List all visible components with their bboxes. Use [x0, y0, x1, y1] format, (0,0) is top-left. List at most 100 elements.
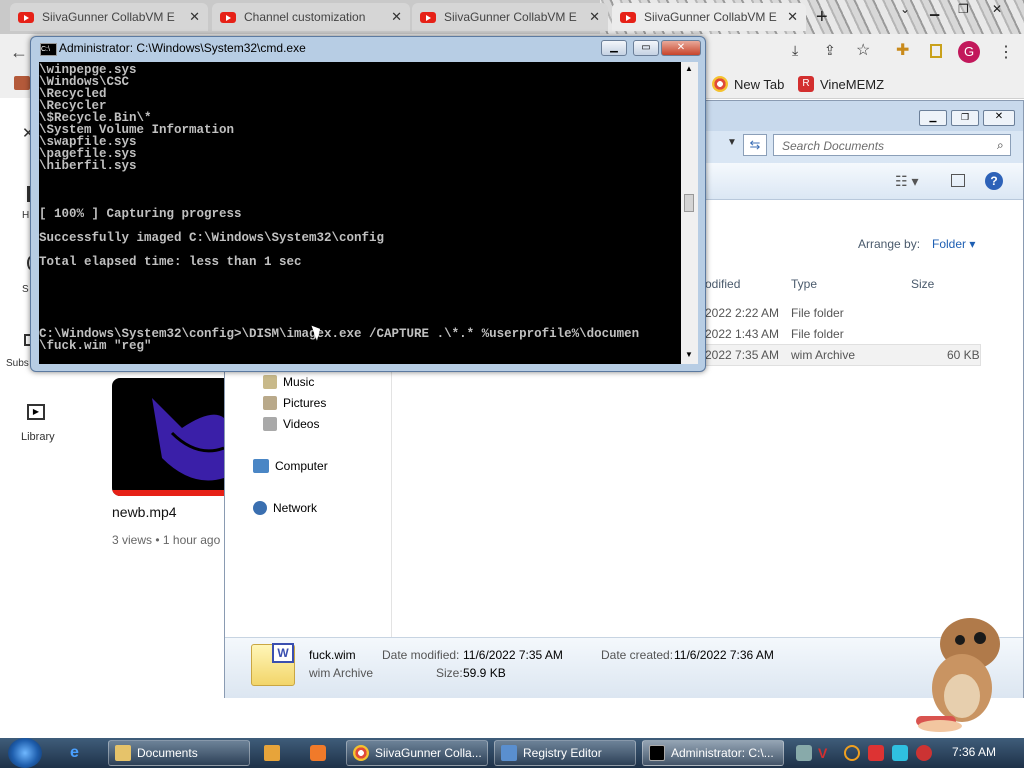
internet-explorer-icon[interactable]: e — [70, 744, 79, 762]
youtube-icon — [620, 11, 636, 23]
close-window-icon[interactable]: ✕ — [992, 2, 1002, 16]
close-button[interactable]: ✕ — [983, 110, 1015, 126]
tray-app-icon[interactable] — [796, 745, 812, 761]
vine-tray-icon[interactable]: V — [818, 745, 834, 761]
chrome-icon — [712, 76, 728, 92]
video-thumbnail[interactable] — [112, 378, 224, 496]
close-icon[interactable]: ✕ — [391, 9, 402, 25]
taskbar-label: Administrator: C:\... — [671, 746, 774, 760]
minimize-button[interactable]: ▁ — [919, 110, 947, 126]
nav-label-subscriptions: Subs — [6, 358, 29, 369]
menu-icon[interactable]: ⋮ — [998, 42, 1014, 62]
scroll-thumb[interactable] — [684, 194, 694, 212]
bookmark-star-icon[interactable]: ☆ — [856, 40, 870, 60]
detail-file-type: wim Archive — [309, 666, 374, 680]
taskbar-clock[interactable]: 7:36 AM — [952, 745, 996, 759]
taskbar-label: SiivaGunner Colla... — [375, 746, 482, 760]
media-player-icon[interactable] — [264, 745, 280, 761]
cmd-close-button[interactable]: ✕ — [661, 40, 701, 56]
taskbar-item-documents[interactable]: Documents — [108, 740, 250, 766]
tab-siivagunner-2[interactable]: SiivaGunner CollabVM E ✕ — [412, 3, 608, 31]
refresh-icon[interactable]: ⇆ — [743, 134, 767, 156]
view-options-icon[interactable]: ☷ ▾ — [895, 173, 918, 190]
taskbar-item-cmd[interactable]: Administrator: C:\... — [642, 740, 784, 766]
tab-label: SiivaGunner CollabVM E — [644, 10, 777, 24]
tab-label: SiivaGunner CollabVM E — [42, 10, 175, 24]
detail-created-label: Date created: — [601, 648, 674, 662]
youtube-icon — [420, 11, 436, 23]
youtube-icon — [220, 11, 236, 23]
nav-item-computer[interactable]: Computer — [253, 459, 328, 473]
row-3-modified: 2022 7:35 AM — [705, 348, 780, 362]
install-icon[interactable]: ⤓ — [792, 42, 798, 59]
cmd-icon: C:\ — [40, 43, 57, 56]
tab-siivagunner-1[interactable]: SiivaGunner CollabVM E ✕ — [10, 3, 208, 31]
row-3-type: wim Archive — [791, 348, 856, 362]
arrange-by-value[interactable]: Folder ▾ — [932, 237, 975, 251]
computer-icon — [253, 459, 269, 473]
detail-size-label: Size: — [436, 666, 463, 680]
taskbar-label: Documents — [137, 746, 198, 760]
search-icon[interactable]: ⌕ — [997, 138, 1004, 153]
chevron-down-icon[interactable]: ⌄ — [900, 2, 910, 16]
arrange-by-label: Arrange by: — [858, 237, 921, 251]
restore-icon[interactable]: ❐ — [958, 2, 969, 16]
detail-file-name: fuck.wim — [309, 648, 356, 662]
thumbnail-art — [112, 398, 224, 496]
profile-avatar[interactable]: G — [958, 41, 980, 63]
search-input[interactable]: Search Documents — [773, 134, 1011, 156]
cmd-minimize-button[interactable]: ▁ — [601, 40, 627, 56]
taskbar-item-registry-editor[interactable]: Registry Editor — [494, 740, 636, 766]
chevron-down-icon[interactable]: ▼ — [727, 137, 737, 148]
cmd-maximize-button[interactable]: ▭ — [633, 40, 659, 56]
share-icon[interactable]: ⇪ — [824, 42, 836, 59]
back-arrow-icon[interactable]: ← — [10, 42, 28, 63]
detail-size-value: 59.9 KB — [463, 666, 506, 680]
video-meta: 3 views • 1 hour ago — [112, 533, 221, 547]
scroll-up-icon[interactable]: ▲ — [685, 64, 693, 73]
nav-label-shorts: S — [22, 284, 29, 295]
taskbar-item-chrome[interactable]: SiivaGunner Colla... — [346, 740, 488, 766]
cmd-console[interactable]: \winpepge.sys \Windows\CSC \Recycled \Re… — [39, 62, 681, 364]
apps-icon[interactable] — [14, 76, 30, 90]
flag-tray-icon[interactable] — [868, 745, 884, 761]
column-date-modified[interactable]: odified — [705, 277, 740, 291]
column-type[interactable]: Type — [791, 277, 817, 291]
start-button[interactable] — [8, 738, 42, 768]
tab-channel-customization[interactable]: Channel customization ✕ — [212, 3, 410, 31]
cmd-window[interactable]: C:\ Administrator: C:\Windows\System32\c… — [30, 36, 706, 372]
network-tray-icon[interactable] — [892, 745, 908, 761]
nav-item-music[interactable]: Music — [263, 375, 314, 389]
bookmark-new-tab[interactable]: New Tab — [712, 76, 784, 92]
nav-item-pictures[interactable]: Pictures — [263, 396, 326, 410]
nav-item-network[interactable]: Network — [253, 501, 317, 515]
side-panel-icon[interactable] — [930, 44, 942, 58]
detail-modified-value: 11/6/2022 7:35 AM — [463, 648, 563, 662]
nav-item-videos[interactable]: Videos — [263, 417, 319, 431]
nav-label-library: Library — [21, 431, 55, 443]
tab-siivagunner-active[interactable]: SiivaGunner CollabVM E ✕ — [612, 3, 806, 31]
row-1-type: File folder — [791, 306, 844, 320]
preview-pane-icon[interactable] — [951, 174, 965, 187]
cmd-scrollbar[interactable]: ▲ ▼ — [681, 62, 698, 364]
volume-tray-icon[interactable] — [916, 745, 932, 761]
minimize-icon[interactable]: ▁ — [930, 2, 939, 16]
restore-button[interactable]: ❐ — [951, 110, 979, 126]
column-size[interactable]: Size — [911, 277, 934, 291]
row-2-modified: 2022 1:43 AM — [705, 327, 780, 341]
close-icon[interactable]: ✕ — [787, 9, 798, 25]
close-icon[interactable]: ✕ — [589, 9, 600, 25]
close-icon[interactable]: ✕ — [189, 9, 200, 25]
bookmark-label: New Tab — [734, 76, 785, 92]
wim-file-icon: W — [251, 643, 295, 686]
extensions-icon[interactable]: ✚ — [896, 40, 909, 60]
search-tray-icon[interactable] — [844, 745, 860, 761]
scroll-down-icon[interactable]: ▼ — [685, 350, 693, 359]
bookmark-vinememz[interactable]: R VineMEMZ — [798, 76, 884, 92]
app-icon[interactable] — [310, 745, 326, 761]
music-folder-icon — [263, 375, 277, 389]
library-icon[interactable]: ▶ — [27, 404, 45, 420]
help-icon[interactable]: ? — [985, 172, 1003, 190]
video-title[interactable]: newb.mp4 — [112, 504, 177, 520]
new-tab-icon[interactable]: + — [816, 6, 828, 29]
